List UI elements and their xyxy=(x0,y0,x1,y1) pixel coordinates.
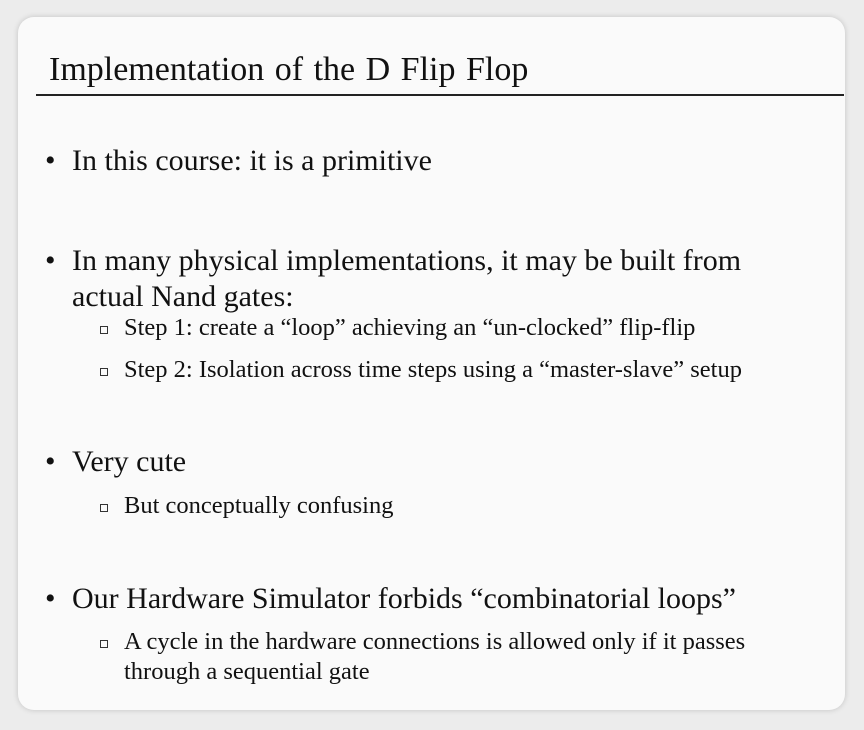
sub-bullet-step-1: Step 1: create a “loop” achieving an “un… xyxy=(98,313,695,343)
sub-bullet-confusing: But conceptually confusing xyxy=(98,491,393,521)
bullet-text: In this course: it is a primitive xyxy=(72,143,432,179)
sub-bullet-line: Step 2: Isolation across time steps usin… xyxy=(124,356,742,383)
sub-bullet-text: Step 2: Isolation across time steps usin… xyxy=(124,355,742,385)
sub-bullet-line: Step 1: create a “loop” achieving an “un… xyxy=(124,314,696,341)
bullet-line: Our Hardware Simulator forbids “combinat… xyxy=(72,582,736,615)
slide-title: Implementation of the D Flip Flop xyxy=(49,51,529,88)
sub-bullet-text: But conceptually confusing xyxy=(124,491,393,521)
bullet-very-cute: • Very cute xyxy=(45,444,186,480)
sub-bullet-line: But conceptually confusing xyxy=(124,492,394,519)
bullet-text: In many physical implementations, it may… xyxy=(72,243,741,315)
title-divider xyxy=(36,94,844,96)
bullet-dot: • xyxy=(45,144,56,177)
sub-bullet-line: A cycle in the hardware connections is a… xyxy=(124,628,746,655)
bullet-line: In many physical implementations, it may… xyxy=(72,244,742,277)
bullet-text: Very cute xyxy=(72,444,186,480)
bullet-dot: • xyxy=(45,582,56,615)
bullet-line: In this course: it is a primitive xyxy=(72,144,432,177)
bullet-dot: • xyxy=(45,244,56,277)
sub-bullet-text: A cycle in the hardware connections is a… xyxy=(124,627,745,687)
bullet-physical-implementations: • In many physical implementations, it m… xyxy=(45,243,741,315)
sub-bullet-cycle-rule: A cycle in the hardware connections is a… xyxy=(98,627,745,687)
bullet-dot: • xyxy=(45,445,56,478)
square-bullet-icon xyxy=(98,355,124,385)
square-bullet-icon xyxy=(98,313,124,343)
bullet-line: actual Nand gates: xyxy=(72,280,294,313)
sub-bullet-text: Step 1: create a “loop” achieving an “un… xyxy=(124,313,695,343)
bullet-text: Our Hardware Simulator forbids “combinat… xyxy=(72,581,736,617)
bullet-hardware-simulator: • Our Hardware Simulator forbids “combin… xyxy=(45,581,736,617)
sub-bullet-step-2: Step 2: Isolation across time steps usin… xyxy=(98,355,742,385)
square-bullet-icon xyxy=(98,627,124,687)
sub-bullet-line: through a sequential gate xyxy=(124,658,370,685)
bullet-primitive: • In this course: it is a primitive xyxy=(45,143,432,179)
slide: Implementation of the D Flip Flop • In t… xyxy=(18,17,845,710)
square-bullet-icon xyxy=(98,491,124,521)
bullet-line: Very cute xyxy=(72,445,187,478)
